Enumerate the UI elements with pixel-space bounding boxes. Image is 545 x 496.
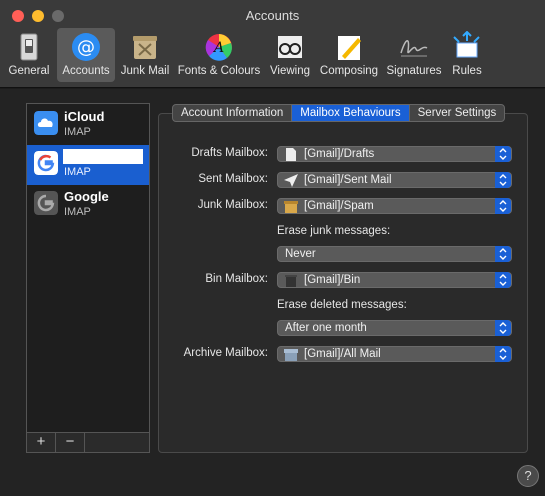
drafts-mailbox-value: [Gmail]/Drafts — [304, 148, 375, 160]
toolbar-general[interactable]: General — [7, 28, 51, 82]
chevron-up-down-icon — [499, 174, 507, 186]
toolbar-label: Junk Mail — [120, 65, 170, 77]
color-wheel-icon: A — [205, 34, 232, 61]
archive-mailbox-label: Archive Mailbox: — [183, 347, 268, 359]
bin-mailbox-popup[interactable]: [Gmail]/Bin — [277, 272, 512, 288]
toolbar-label: Composing — [319, 65, 379, 77]
popup-stepper — [495, 246, 511, 262]
account-item-icloud[interactable]: iCloud IMAP — [27, 105, 149, 145]
account-list-footer: + − — [26, 432, 150, 453]
general-switch-icon — [20, 33, 38, 61]
chevron-up-down-icon — [499, 248, 507, 260]
drafts-mailbox-label: Drafts Mailbox: — [191, 147, 268, 159]
signature-icon — [400, 40, 428, 57]
chevron-up-down-icon — [499, 200, 507, 212]
account-type: IMAP — [64, 206, 91, 218]
chevron-up-down-icon — [499, 348, 507, 360]
junk-mailbox-popup[interactable]: [Gmail]/Spam — [277, 198, 512, 214]
erase-deleted-label: Erase deleted messages: — [277, 299, 407, 311]
junk-bin-icon — [133, 36, 157, 59]
svg-text:@: @ — [77, 37, 95, 58]
toolbar-label: Accounts — [62, 65, 110, 77]
drafts-mailbox-popup[interactable]: [Gmail]/Drafts — [277, 146, 512, 162]
erase-deleted-value: After one month — [285, 322, 367, 334]
erase-deleted-popup[interactable]: After one month — [277, 320, 512, 336]
tab-account-information[interactable]: Account Information — [173, 105, 293, 121]
toolbar-rules[interactable]: Rules — [447, 28, 487, 82]
popup-stepper — [495, 320, 511, 336]
toolbar-label: General — [8, 65, 50, 77]
toolbar-viewing[interactable]: Viewing — [267, 28, 313, 82]
account-tabs: Account Information Mailbox Behaviours S… — [172, 104, 506, 122]
popup-stepper — [495, 172, 511, 188]
erase-junk-value: Never — [285, 248, 316, 260]
tab-mailbox-behaviours[interactable]: Mailbox Behaviours — [292, 105, 410, 121]
sent-mailbox-popup[interactable]: [Gmail]/Sent Mail — [277, 172, 512, 188]
bin-mailbox-label: Bin Mailbox: — [205, 273, 268, 285]
draft-document-icon — [286, 148, 296, 161]
junk-mailbox-value: [Gmail]/Spam — [304, 200, 374, 212]
icloud-icon — [34, 111, 58, 135]
toolbar-label: Fonts & Colours — [177, 65, 261, 77]
archive-box-icon — [284, 349, 298, 361]
toolbar-label: Signatures — [386, 65, 442, 77]
toolbar-label: Viewing — [269, 65, 311, 77]
envelope-arrows-icon — [453, 31, 480, 58]
paper-plane-icon — [284, 174, 298, 187]
glasses-icon — [278, 36, 302, 58]
google-icon — [34, 191, 58, 215]
google-icon — [34, 151, 58, 175]
popup-stepper — [495, 346, 511, 362]
account-type: IMAP — [64, 166, 91, 178]
account-name: iCloud — [64, 109, 105, 124]
svg-text:A: A — [212, 40, 224, 56]
account-name: Google — [64, 189, 109, 204]
add-account-button[interactable]: + — [27, 433, 56, 452]
help-button[interactable]: ? — [517, 465, 539, 487]
accounts-pane: iCloud IMAP IMAP Google IMAP + − Account… — [0, 89, 545, 496]
popup-stepper — [495, 146, 511, 162]
popup-stepper — [495, 272, 511, 288]
trash-icon — [285, 275, 297, 287]
toolbar-signatures[interactable]: Signatures — [385, 28, 443, 82]
junk-bin-icon — [284, 201, 298, 213]
chevron-up-down-icon — [499, 148, 507, 160]
chevron-up-down-icon — [499, 322, 507, 334]
bin-mailbox-value: [Gmail]/Bin — [304, 274, 361, 286]
archive-mailbox-popup[interactable]: [Gmail]/All Mail — [277, 346, 512, 362]
erase-junk-label: Erase junk messages: — [277, 225, 391, 237]
chevron-up-down-icon — [499, 274, 507, 286]
toolbar-accounts[interactable]: @ Accounts — [57, 28, 115, 82]
remove-account-button[interactable]: − — [56, 433, 85, 452]
toolbar-fonts-colours[interactable]: A Fonts & Colours — [175, 28, 263, 82]
sent-mailbox-value: [Gmail]/Sent Mail — [304, 174, 392, 186]
archive-mailbox-value: [Gmail]/All Mail — [304, 348, 381, 360]
popup-stepper — [495, 198, 511, 214]
sent-mailbox-label: Sent Mailbox: — [198, 173, 268, 185]
account-type: IMAP — [64, 126, 91, 138]
at-sign-icon: @ — [72, 33, 100, 61]
title-bar: Accounts General @ Accounts Junk Mail A … — [0, 0, 545, 88]
tab-server-settings[interactable]: Server Settings — [410, 105, 505, 121]
toolbar-label: Rules — [452, 65, 482, 77]
pencil-paper-icon — [338, 36, 361, 60]
erase-junk-popup[interactable]: Never — [277, 246, 512, 262]
toolbar-junk-mail[interactable]: Junk Mail — [119, 28, 171, 82]
window-title: Accounts — [245, 8, 300, 23]
toolbar-composing[interactable]: Composing — [317, 28, 381, 82]
junk-mailbox-label: Junk Mailbox: — [197, 199, 268, 211]
